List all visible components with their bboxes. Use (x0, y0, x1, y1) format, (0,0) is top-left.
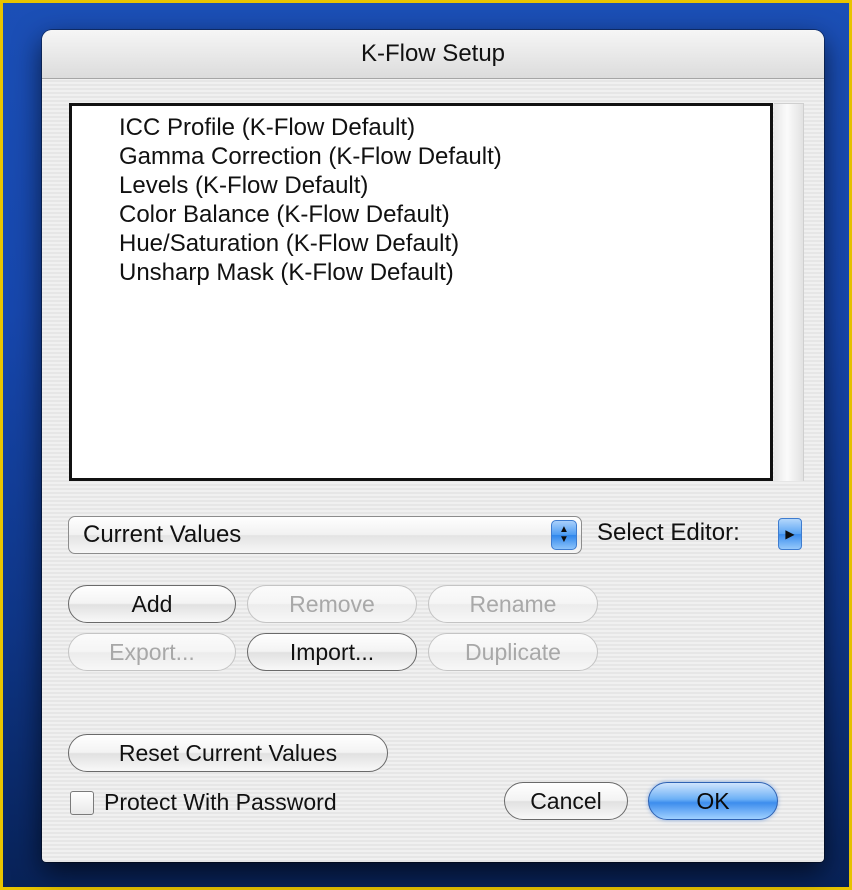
list-item[interactable]: Levels (K-Flow Default) (72, 171, 770, 200)
select-editor-button[interactable]: ▶ (778, 518, 802, 550)
k-flow-setup-dialog: K-Flow Setup ICC Profile (K-Flow Default… (42, 30, 824, 862)
list-scrollbar[interactable] (774, 103, 804, 481)
list-item[interactable]: Gamma Correction (K-Flow Default) (72, 142, 770, 171)
duplicate-button[interactable]: Duplicate (428, 633, 598, 671)
disclosure-triangle-icon: ▶ (785, 527, 795, 541)
cancel-button[interactable]: Cancel (504, 782, 628, 820)
list-item[interactable]: Color Balance (K-Flow Default) (72, 200, 770, 229)
list-item[interactable]: Unsharp Mask (K-Flow Default) (72, 258, 770, 287)
up-down-arrows-icon: ▲ ▼ (551, 520, 577, 550)
import-button[interactable]: Import... (247, 633, 417, 671)
protect-with-password-checkbox[interactable] (70, 790, 94, 815)
add-button[interactable]: Add (68, 585, 236, 623)
ok-button[interactable]: OK (648, 782, 778, 820)
list-item[interactable]: Hue/Saturation (K-Flow Default) (72, 229, 770, 258)
preset-popup-value: Current Values (83, 521, 242, 548)
select-editor-label: Select Editor: (597, 519, 740, 546)
window-title: K-Flow Setup (360, 40, 506, 67)
list-item[interactable]: ICC Profile (K-Flow Default) (72, 113, 770, 142)
rename-button[interactable]: Rename (428, 585, 598, 623)
reset-current-values-button[interactable]: Reset Current Values (68, 734, 388, 772)
preset-list[interactable]: ICC Profile (K-Flow Default) Gamma Corre… (69, 103, 773, 481)
preset-popup-menu[interactable]: Current Values ▲ ▼ (68, 516, 582, 554)
export-button[interactable]: Export... (68, 633, 236, 671)
title-bar[interactable]: K-Flow Setup (42, 30, 824, 79)
protect-with-password-label: Protect With Password (104, 789, 337, 815)
protect-with-password-row[interactable]: Protect With Password (70, 789, 337, 816)
remove-button[interactable]: Remove (247, 585, 417, 623)
